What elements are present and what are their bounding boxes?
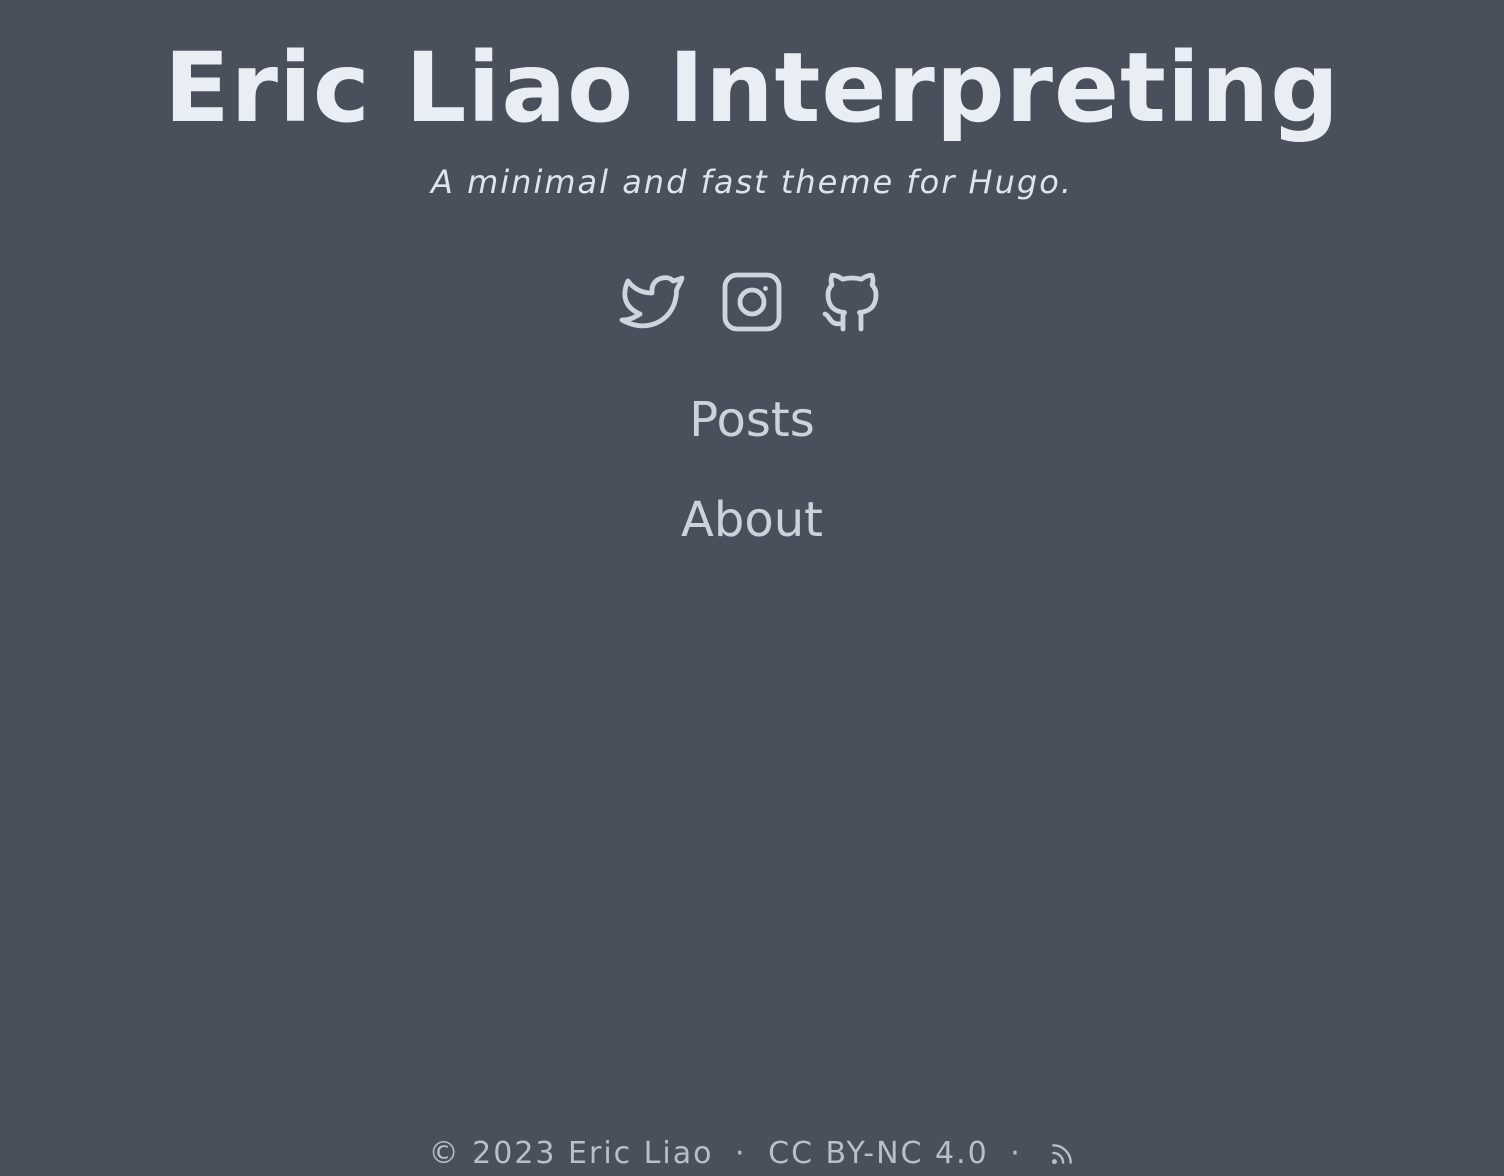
twitter-link[interactable] — [616, 266, 688, 338]
github-icon — [822, 272, 879, 332]
github-link[interactable] — [816, 266, 888, 338]
rss-link[interactable] — [1049, 1141, 1075, 1167]
site-subtitle: A minimal and fast theme for Hugo. — [431, 163, 1073, 201]
rss-icon — [1052, 1143, 1073, 1164]
instagram-link[interactable] — [716, 266, 788, 338]
copyright-text: © 2023 Eric Liao — [428, 1135, 714, 1171]
site-title[interactable]: Eric Liao Interpreting — [0, 32, 1504, 144]
nav-item-about[interactable]: About — [0, 490, 1504, 550]
nav-item-posts[interactable]: Posts — [0, 390, 1504, 450]
footer-separator: · — [735, 1135, 747, 1171]
site-footer: © 2023 Eric Liao · CC BY-NC 4.0 · — [0, 1134, 1504, 1173]
license-link[interactable]: CC BY-NC 4.0 — [768, 1135, 989, 1173]
social-links — [0, 266, 1504, 338]
instagram-icon — [722, 272, 782, 332]
twitter-icon — [619, 275, 685, 329]
footer-separator: · — [1010, 1135, 1022, 1171]
